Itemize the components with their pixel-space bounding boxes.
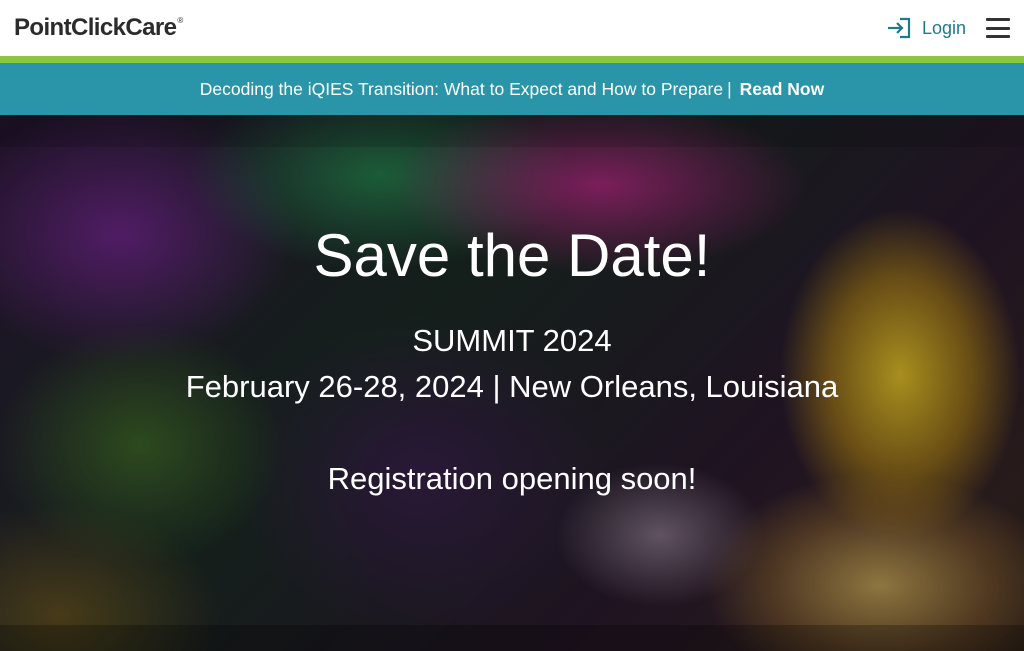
- header-accent-strip: [0, 56, 1024, 63]
- hero-banner: Save the Date! SUMMIT 2024 February 26-2…: [0, 115, 1024, 651]
- login-label: Login: [921, 17, 966, 38]
- hero-content: Save the Date! SUMMIT 2024 February 26-2…: [0, 115, 1024, 651]
- event-name: SUMMIT 2024: [412, 323, 612, 358]
- announcement-bar: Decoding the iQIES Transition: What to E…: [0, 63, 1024, 115]
- pointclickcare-logo[interactable]: PointClickCare ®: [14, 14, 183, 42]
- site-header: PointClickCare ® Login: [0, 0, 1024, 56]
- logo-registered-mark: ®: [177, 16, 183, 25]
- logo-text: PointClickCare: [14, 14, 177, 41]
- announcement-text: Decoding the iQIES Transition: What to E…: [199, 78, 724, 99]
- login-button[interactable]: Login: [886, 17, 966, 39]
- announcement-separator: |: [727, 78, 732, 99]
- header-actions: Login: [886, 17, 1010, 39]
- login-arrow-icon: [887, 17, 911, 39]
- read-now-link[interactable]: Read Now: [740, 79, 825, 100]
- hamburger-menu-icon[interactable]: [986, 18, 1010, 38]
- registration-notice: Registration opening soon!: [327, 461, 697, 496]
- hero-title: Save the Date!: [313, 222, 711, 289]
- event-dates-location: February 26-28, 2024 | New Orleans, Loui…: [185, 369, 839, 404]
